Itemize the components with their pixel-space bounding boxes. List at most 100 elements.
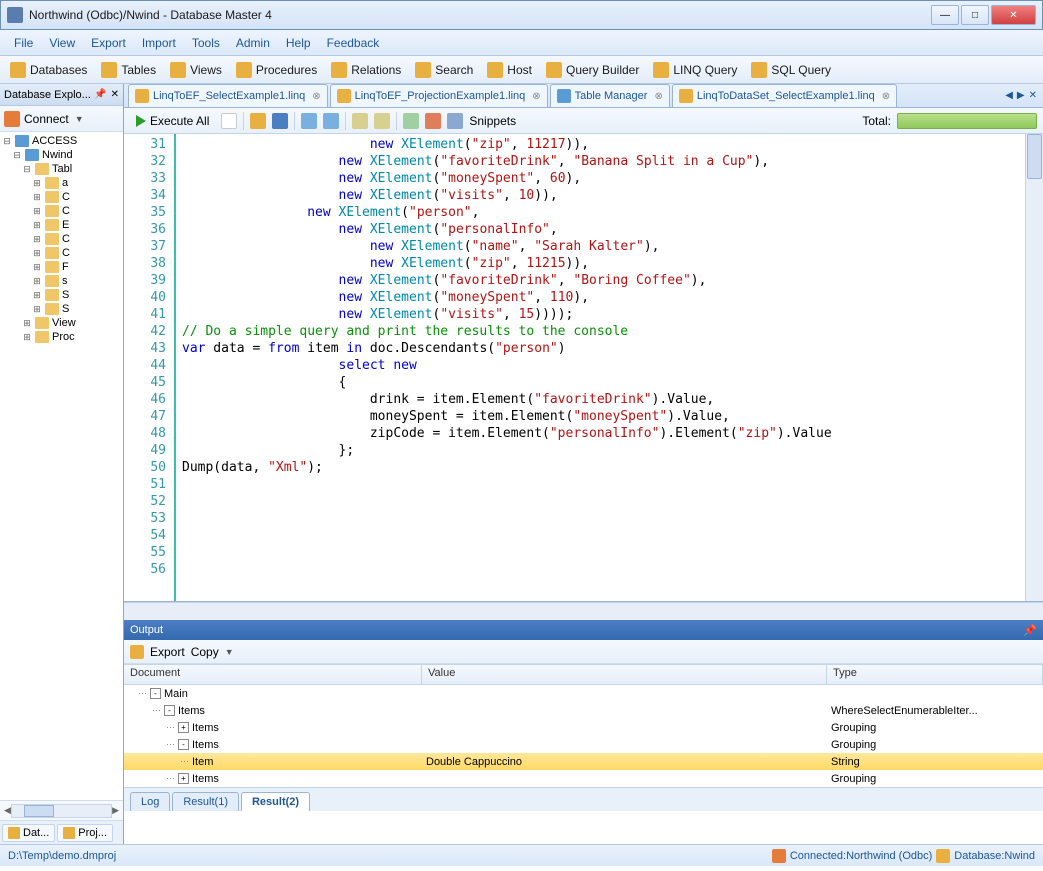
open-icon[interactable] (250, 113, 266, 129)
wand-icon[interactable] (425, 113, 441, 129)
tab-close-all-icon[interactable]: ✕ (1029, 90, 1037, 101)
tree-toggle-icon[interactable]: ⊞ (32, 234, 42, 245)
tab-prev-icon[interactable]: ◀ (1005, 90, 1013, 101)
grid-row[interactable]: ⋯-ItemsGrouping (124, 736, 1043, 753)
panel-close-icon[interactable]: ✕ (111, 89, 119, 100)
tree-node[interactable]: ⊞C (2, 190, 121, 204)
tool-tables[interactable]: Tables (95, 60, 162, 80)
execute-all-button[interactable]: Execute All (130, 112, 215, 130)
tree-hscrollbar[interactable]: ◀ ▶ (0, 800, 123, 820)
tree-node[interactable]: ⊟Nwind (2, 148, 121, 162)
grid-body[interactable]: ⋯-Main⋯-ItemsWhereSelectEnumerableIter..… (124, 685, 1043, 787)
pin-icon[interactable]: 📌 (94, 89, 106, 100)
menu-feedback[interactable]: Feedback (319, 32, 388, 54)
grid-row[interactable]: ⋯+ItemsGrouping (124, 770, 1043, 787)
tab-close-icon[interactable]: ⊗ (654, 91, 662, 102)
grid-row[interactable]: ⋯+ItemsGrouping (124, 719, 1043, 736)
tool-relations[interactable]: Relations (325, 60, 407, 80)
connect-dropdown-icon[interactable]: ▼ (75, 114, 84, 124)
menu-import[interactable]: Import (134, 32, 184, 54)
panel-tab[interactable]: Dat... (2, 824, 55, 842)
menu-help[interactable]: Help (278, 32, 319, 54)
tree-node[interactable]: ⊞s (2, 274, 121, 288)
tool-sql-query[interactable]: SQL Query (745, 60, 837, 80)
tree-toggle-icon[interactable]: ⊞ (32, 304, 42, 315)
tree-toggle-icon[interactable]: ⊞ (32, 220, 42, 231)
tool-search[interactable]: Search (409, 60, 479, 80)
editor-hscrollbar[interactable] (124, 602, 1043, 620)
menu-view[interactable]: View (41, 32, 83, 54)
tree-node[interactable]: ⊞S (2, 302, 121, 316)
menu-file[interactable]: File (6, 32, 41, 54)
tree-node[interactable]: ⊞Proc (2, 330, 121, 344)
tree-node[interactable]: ⊞a (2, 176, 121, 190)
tree-node[interactable]: ⊞E (2, 218, 121, 232)
copy-button[interactable]: Copy (191, 645, 219, 659)
row-toggle-icon[interactable]: - (164, 705, 175, 716)
col-value[interactable]: Value (422, 665, 827, 684)
menu-admin[interactable]: Admin (228, 32, 278, 54)
col-document[interactable]: Document (124, 665, 422, 684)
editor-vscrollbar[interactable] (1025, 134, 1043, 601)
document-tab[interactable]: Table Manager⊗ (550, 84, 670, 107)
tree-toggle-icon[interactable]: ⊞ (32, 248, 42, 259)
menu-tools[interactable]: Tools (184, 32, 228, 54)
tab-next-icon[interactable]: ▶ (1017, 90, 1025, 101)
tree-node[interactable]: ⊞S (2, 288, 121, 302)
undo-icon[interactable] (301, 113, 317, 129)
tool-databases[interactable]: Databases (4, 60, 93, 80)
document-tab[interactable]: LinqToDataSet_SelectExample1.linq⊗ (672, 84, 897, 107)
paste-icon[interactable] (374, 113, 390, 129)
tree-toggle-icon[interactable]: ⊞ (32, 290, 42, 301)
tree-node[interactable]: ⊞View (2, 316, 121, 330)
grid-row[interactable]: ⋯-ItemsWhereSelectEnumerableIter... (124, 702, 1043, 719)
minimize-button[interactable]: — (931, 5, 959, 25)
maximize-button[interactable]: □ (961, 5, 989, 25)
output-pin-icon[interactable]: 📌 (1023, 624, 1037, 637)
snippets-button[interactable]: Snippets (469, 114, 516, 128)
tree-toggle-icon[interactable]: ⊞ (32, 276, 42, 287)
result-tab-result2[interactable]: Result(2) (241, 792, 310, 811)
document-tab[interactable]: LinqToEF_SelectExample1.linq⊗ (128, 84, 328, 107)
tree-toggle-icon[interactable]: ⊟ (22, 164, 32, 175)
tool-host[interactable]: Host (481, 60, 538, 80)
grid-row[interactable]: ⋯ItemDouble CappuccinoString (124, 753, 1043, 770)
copy-icon[interactable] (352, 113, 368, 129)
tab-close-icon[interactable]: ⊗ (882, 91, 890, 102)
tree-node[interactable]: ⊟Tabl (2, 162, 121, 176)
new-icon[interactable] (221, 113, 237, 129)
tree-toggle-icon[interactable]: ⊞ (32, 206, 42, 217)
tree-toggle-icon[interactable]: ⊞ (32, 192, 42, 203)
connect-button[interactable]: Connect (24, 112, 69, 126)
result-tab-result1[interactable]: Result(1) (172, 792, 239, 811)
tree-toggle-icon[interactable]: ⊟ (2, 136, 12, 147)
panel-tab[interactable]: Proj... (57, 824, 113, 842)
col-type[interactable]: Type (827, 665, 1043, 684)
result-tab-log[interactable]: Log (130, 792, 170, 811)
copy-dropdown-icon[interactable]: ▼ (225, 647, 234, 657)
tab-close-icon[interactable]: ⊗ (532, 91, 540, 102)
save-icon[interactable] (272, 113, 288, 129)
code-editor[interactable]: 3132333435363738394041424344454647484950… (124, 134, 1043, 602)
tool-query-builder[interactable]: Query Builder (540, 60, 645, 80)
tree-node[interactable]: ⊞F (2, 260, 121, 274)
menu-export[interactable]: Export (83, 32, 134, 54)
row-toggle-icon[interactable]: - (178, 739, 189, 750)
grid-row[interactable]: ⋯-Main (124, 685, 1043, 702)
redo-icon[interactable] (323, 113, 339, 129)
row-toggle-icon[interactable]: - (150, 688, 161, 699)
tree-node[interactable]: ⊞C (2, 232, 121, 246)
document-tab[interactable]: LinqToEF_ProjectionExample1.linq⊗ (330, 84, 548, 107)
tab-close-icon[interactable]: ⊗ (312, 91, 320, 102)
code-content[interactable]: new XElement("zip", 11217)), new XElemen… (176, 134, 1043, 601)
tree-node[interactable]: ⊟ACCESS (2, 134, 121, 148)
tree-toggle-icon[interactable]: ⊞ (22, 332, 32, 343)
row-toggle-icon[interactable]: + (178, 722, 189, 733)
tool-procedures[interactable]: Procedures (230, 60, 323, 80)
tool-views[interactable]: Views (164, 60, 228, 80)
export-button[interactable]: Export (150, 645, 185, 659)
tool-linq-query[interactable]: LINQ Query (647, 60, 743, 80)
find-icon[interactable] (447, 113, 463, 129)
tree-toggle-icon[interactable]: ⊞ (32, 262, 42, 273)
row-toggle-icon[interactable]: + (178, 773, 189, 784)
